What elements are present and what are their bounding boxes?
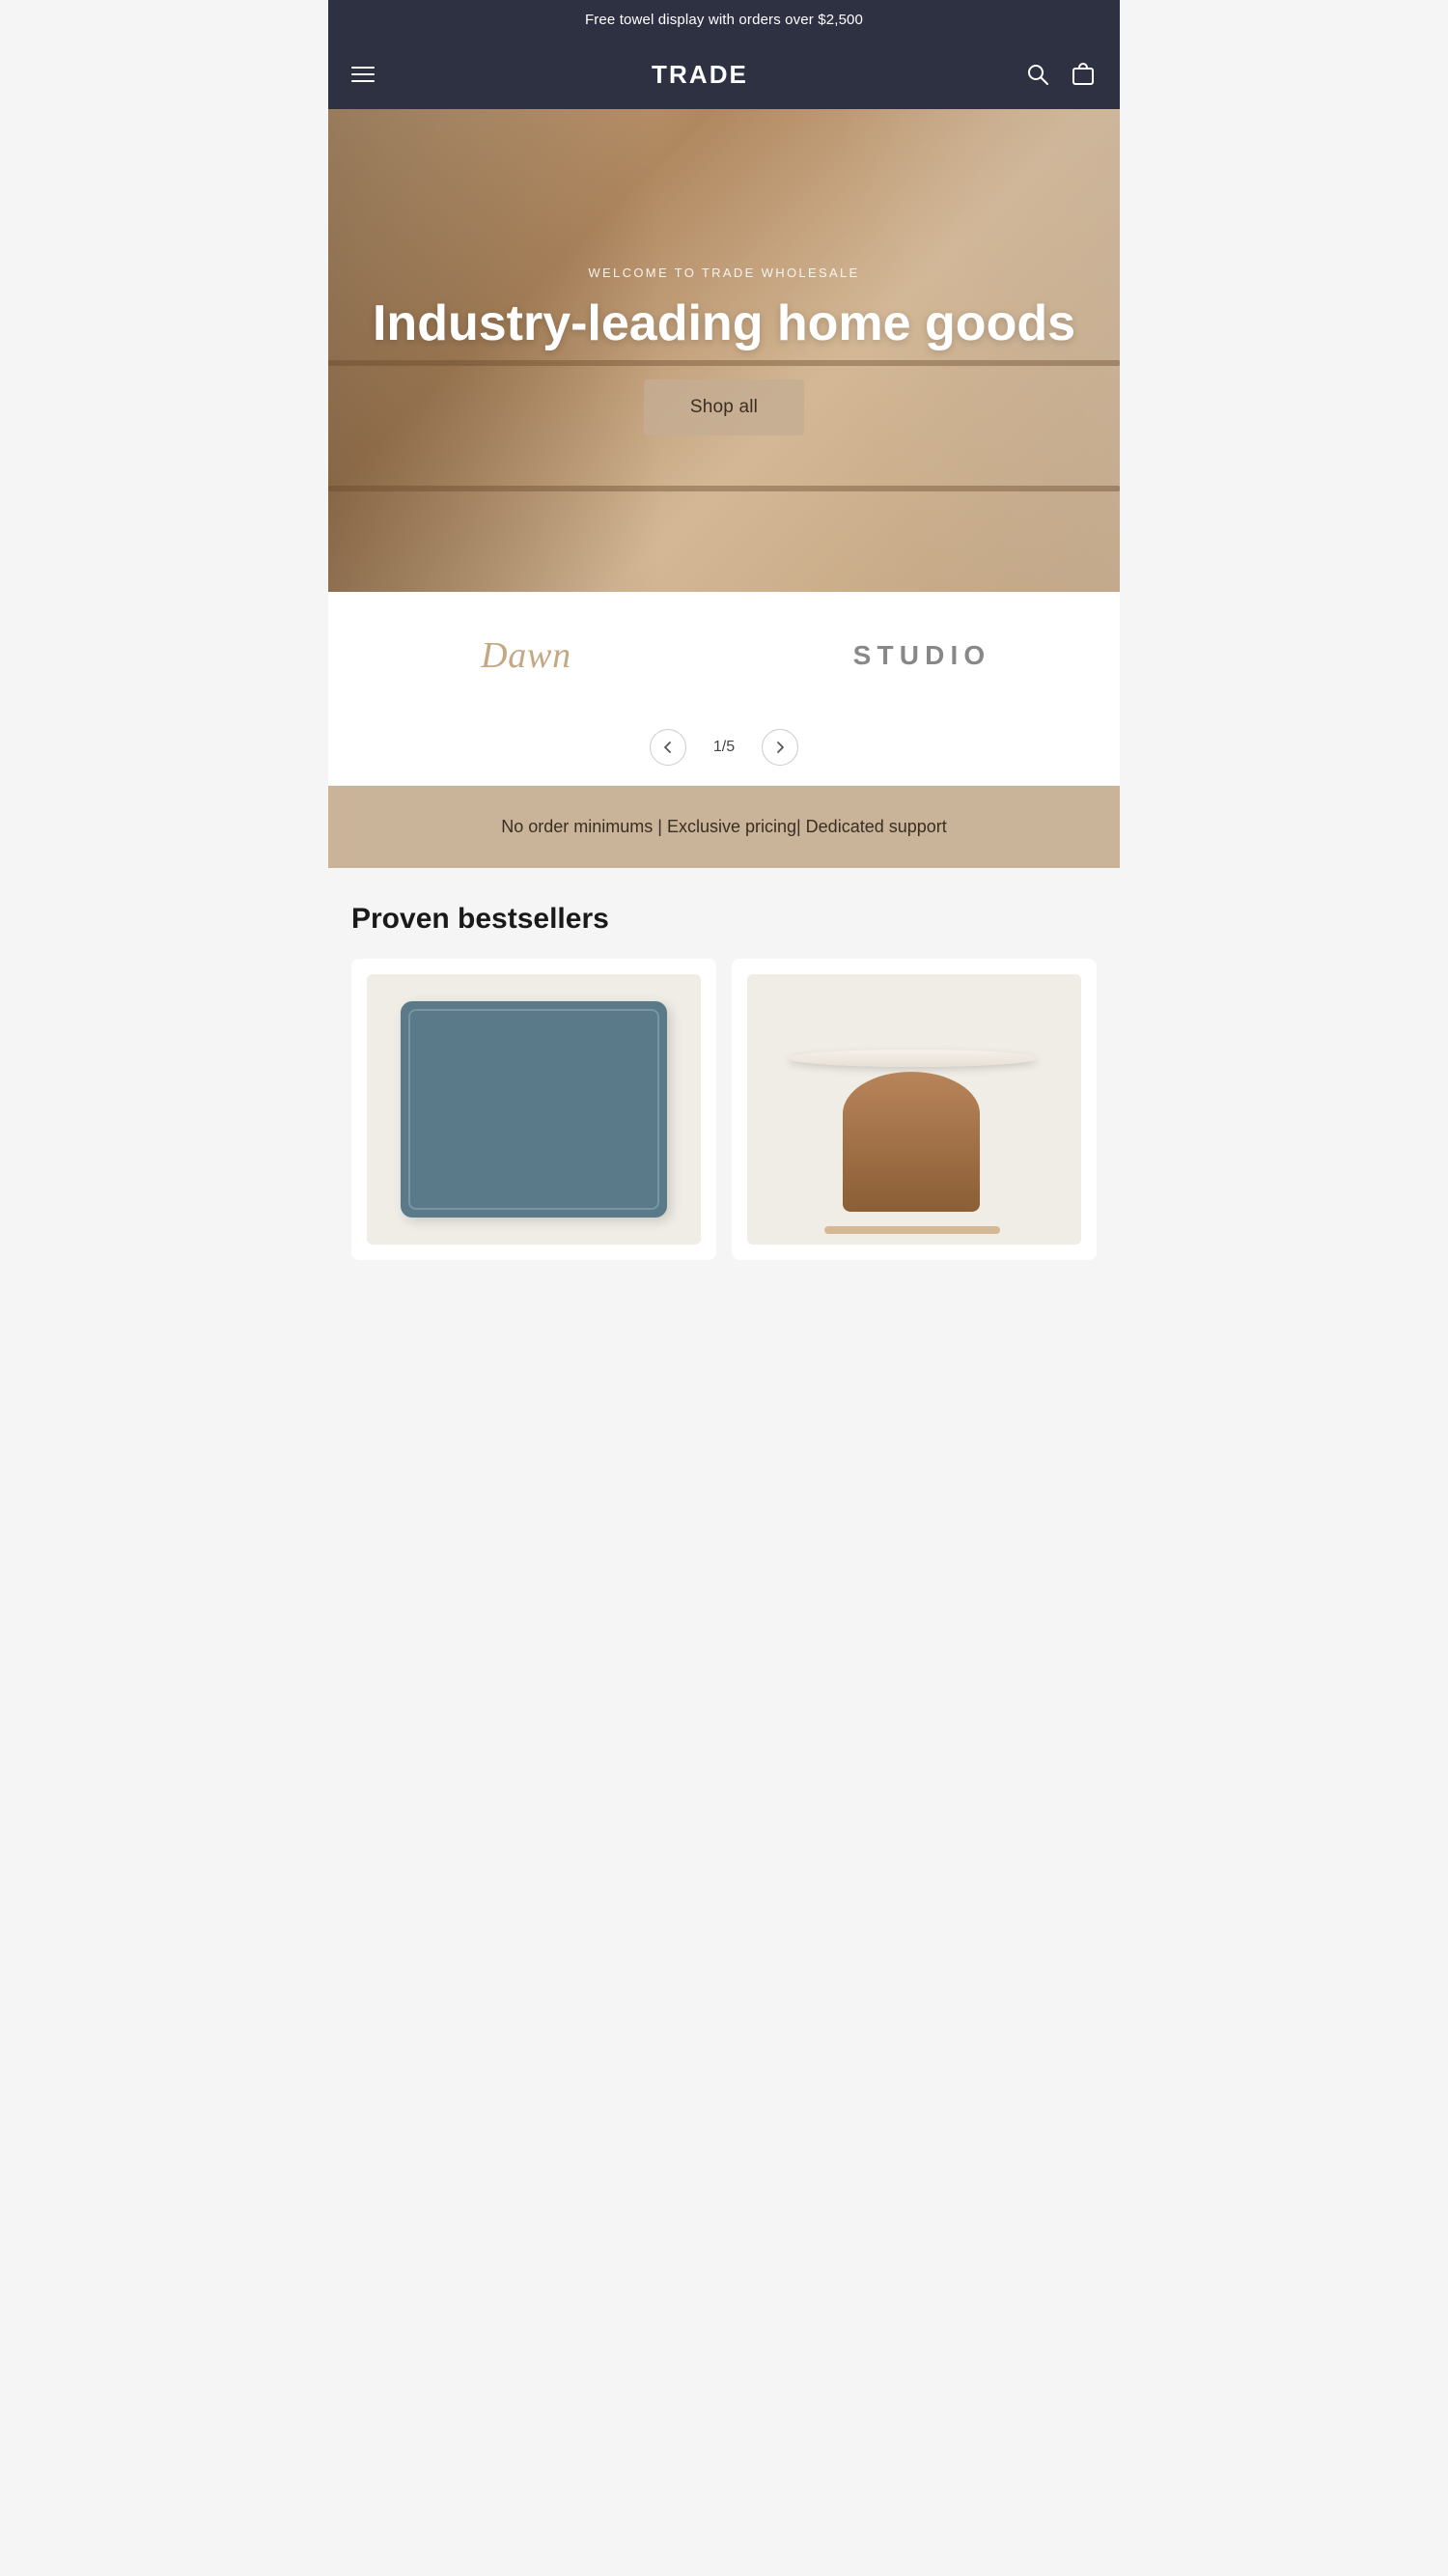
pillow-illustration [401, 1001, 668, 1218]
products-grid [351, 959, 1097, 1260]
carousel-next-button[interactable] [762, 729, 798, 766]
features-text: No order minimums | Exclusive pricing| D… [351, 813, 1097, 841]
product-image-table [747, 974, 1081, 1245]
hero-subtitle: WELCOME TO TRADE WHOLESALE [588, 266, 859, 280]
hero-section: WELCOME TO TRADE WHOLESALE Industry-lead… [328, 109, 1120, 592]
search-icon [1025, 62, 1050, 87]
hero-content: WELCOME TO TRADE WHOLESALE Industry-lead… [328, 109, 1120, 592]
search-button[interactable] [1025, 62, 1050, 87]
features-banner: No order minimums | Exclusive pricing| D… [328, 786, 1120, 868]
table-top [788, 1050, 1039, 1067]
brand-dawn-label: Dawn [481, 634, 571, 677]
chevron-left-icon [661, 741, 675, 754]
bestsellers-section: Proven bestsellers [328, 868, 1120, 1283]
table-illustration [788, 1028, 1039, 1245]
cart-icon [1070, 61, 1097, 88]
site-logo: TRADE [652, 60, 748, 90]
bestsellers-title: Proven bestsellers [351, 903, 1097, 936]
header-icon-group [1025, 61, 1097, 88]
brand-studio[interactable]: STUDIO [724, 629, 1120, 683]
product-image-pillow [367, 974, 701, 1245]
table-base [843, 1072, 981, 1213]
product-card-table[interactable] [732, 959, 1097, 1260]
hero-title: Industry-leading home goods [373, 295, 1075, 353]
chevron-right-icon [773, 741, 787, 754]
hamburger-icon [351, 67, 375, 82]
carousel-current: 1 [713, 739, 722, 755]
brand-studio-label: STUDIO [853, 640, 991, 671]
announcement-text: Free towel display with orders over $2,5… [585, 12, 863, 28]
menu-button[interactable] [351, 67, 375, 82]
table-foot [824, 1226, 1000, 1234]
carousel-indicator: 1/5 [713, 739, 735, 756]
announcement-bar: Free towel display with orders over $2,5… [328, 0, 1120, 40]
brand-dawn[interactable]: Dawn [328, 623, 724, 688]
shop-all-button[interactable]: Shop all [644, 379, 804, 435]
carousel-prev-button[interactable] [650, 729, 686, 766]
product-card-pillow[interactable] [351, 959, 716, 1260]
brands-section: Dawn STUDIO [328, 592, 1120, 715]
carousel-total: 5 [726, 739, 735, 755]
carousel-controls: 1/5 [328, 715, 1120, 786]
cart-button[interactable] [1070, 61, 1097, 88]
header: TRADE [328, 40, 1120, 109]
